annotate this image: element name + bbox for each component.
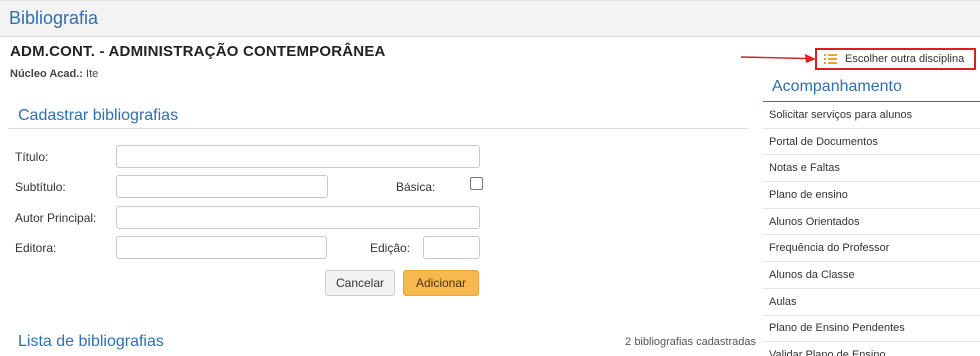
sidebar-title: Acompanhamento xyxy=(763,74,980,102)
basica-label: Básica: xyxy=(396,180,436,194)
editora-label: Editora: xyxy=(15,241,57,255)
choose-discipline-button[interactable]: Escolher outra disciplina xyxy=(815,48,976,70)
subtitulo-input[interactable] xyxy=(116,175,328,198)
nucleo-info: Núcleo Acad.: Ite xyxy=(10,68,98,80)
list-section-header: Lista de bibliografias 2 bibliografias c… xyxy=(8,330,758,356)
sidebar-item-solicitar-servicos[interactable]: Solicitar serviços para alunos xyxy=(763,102,980,129)
sidebar-item-validar-plano[interactable]: Validar Plano de Ensino xyxy=(763,342,980,356)
editora-input[interactable] xyxy=(116,236,327,259)
nucleo-value: Ite xyxy=(86,68,99,80)
sidebar-item-plano-ensino[interactable]: Plano de ensino xyxy=(763,182,980,209)
register-section-title: Cadastrar bibliografias xyxy=(18,107,179,124)
sidebar-item-alunos-orientados[interactable]: Alunos Orientados xyxy=(763,209,980,236)
edicao-input[interactable] xyxy=(423,236,480,259)
register-section-header: Cadastrar bibliografias xyxy=(8,104,748,129)
list-section-title: Lista de bibliografias xyxy=(18,333,164,350)
autor-input[interactable] xyxy=(116,206,480,229)
sidebar-item-aulas[interactable]: Aulas xyxy=(763,289,980,316)
sidebar-item-notas-faltas[interactable]: Notas e Faltas xyxy=(763,155,980,183)
sidebar-item-portal-documentos[interactable]: Portal de Documentos xyxy=(763,129,980,156)
sidebar: Acompanhamento Solicitar serviços para a… xyxy=(763,74,980,356)
add-button[interactable]: Adicionar xyxy=(403,270,479,296)
sidebar-item-alunos-classe[interactable]: Alunos da Classe xyxy=(763,262,980,289)
list-icon xyxy=(824,54,838,64)
sidebar-item-frequencia-professor[interactable]: Frequência do Professor xyxy=(763,235,980,263)
basica-checkbox[interactable] xyxy=(470,177,483,190)
edicao-label: Edição: xyxy=(370,241,411,255)
autor-label: Autor Principal: xyxy=(15,211,97,225)
page-title: Bibliografia xyxy=(9,8,99,28)
nucleo-label: Núcleo Acad.: xyxy=(10,68,83,80)
red-arrow-icon xyxy=(740,54,816,63)
page-header: Bibliografia xyxy=(0,0,980,37)
choose-discipline-label: Escolher outra disciplina xyxy=(845,53,965,65)
list-count: 2 bibliografias cadastradas xyxy=(625,336,756,348)
cancel-button[interactable]: Cancelar xyxy=(325,270,395,296)
titulo-input[interactable] xyxy=(116,145,480,168)
subtitulo-label: Subtítulo: xyxy=(15,180,66,194)
course-title: ADM.CONT. - ADMINISTRAÇÃO CONTEMPORÂNEA xyxy=(10,43,386,60)
titulo-label: Título: xyxy=(15,150,49,164)
sidebar-item-plano-pendentes[interactable]: Plano de Ensino Pendentes xyxy=(763,316,980,343)
